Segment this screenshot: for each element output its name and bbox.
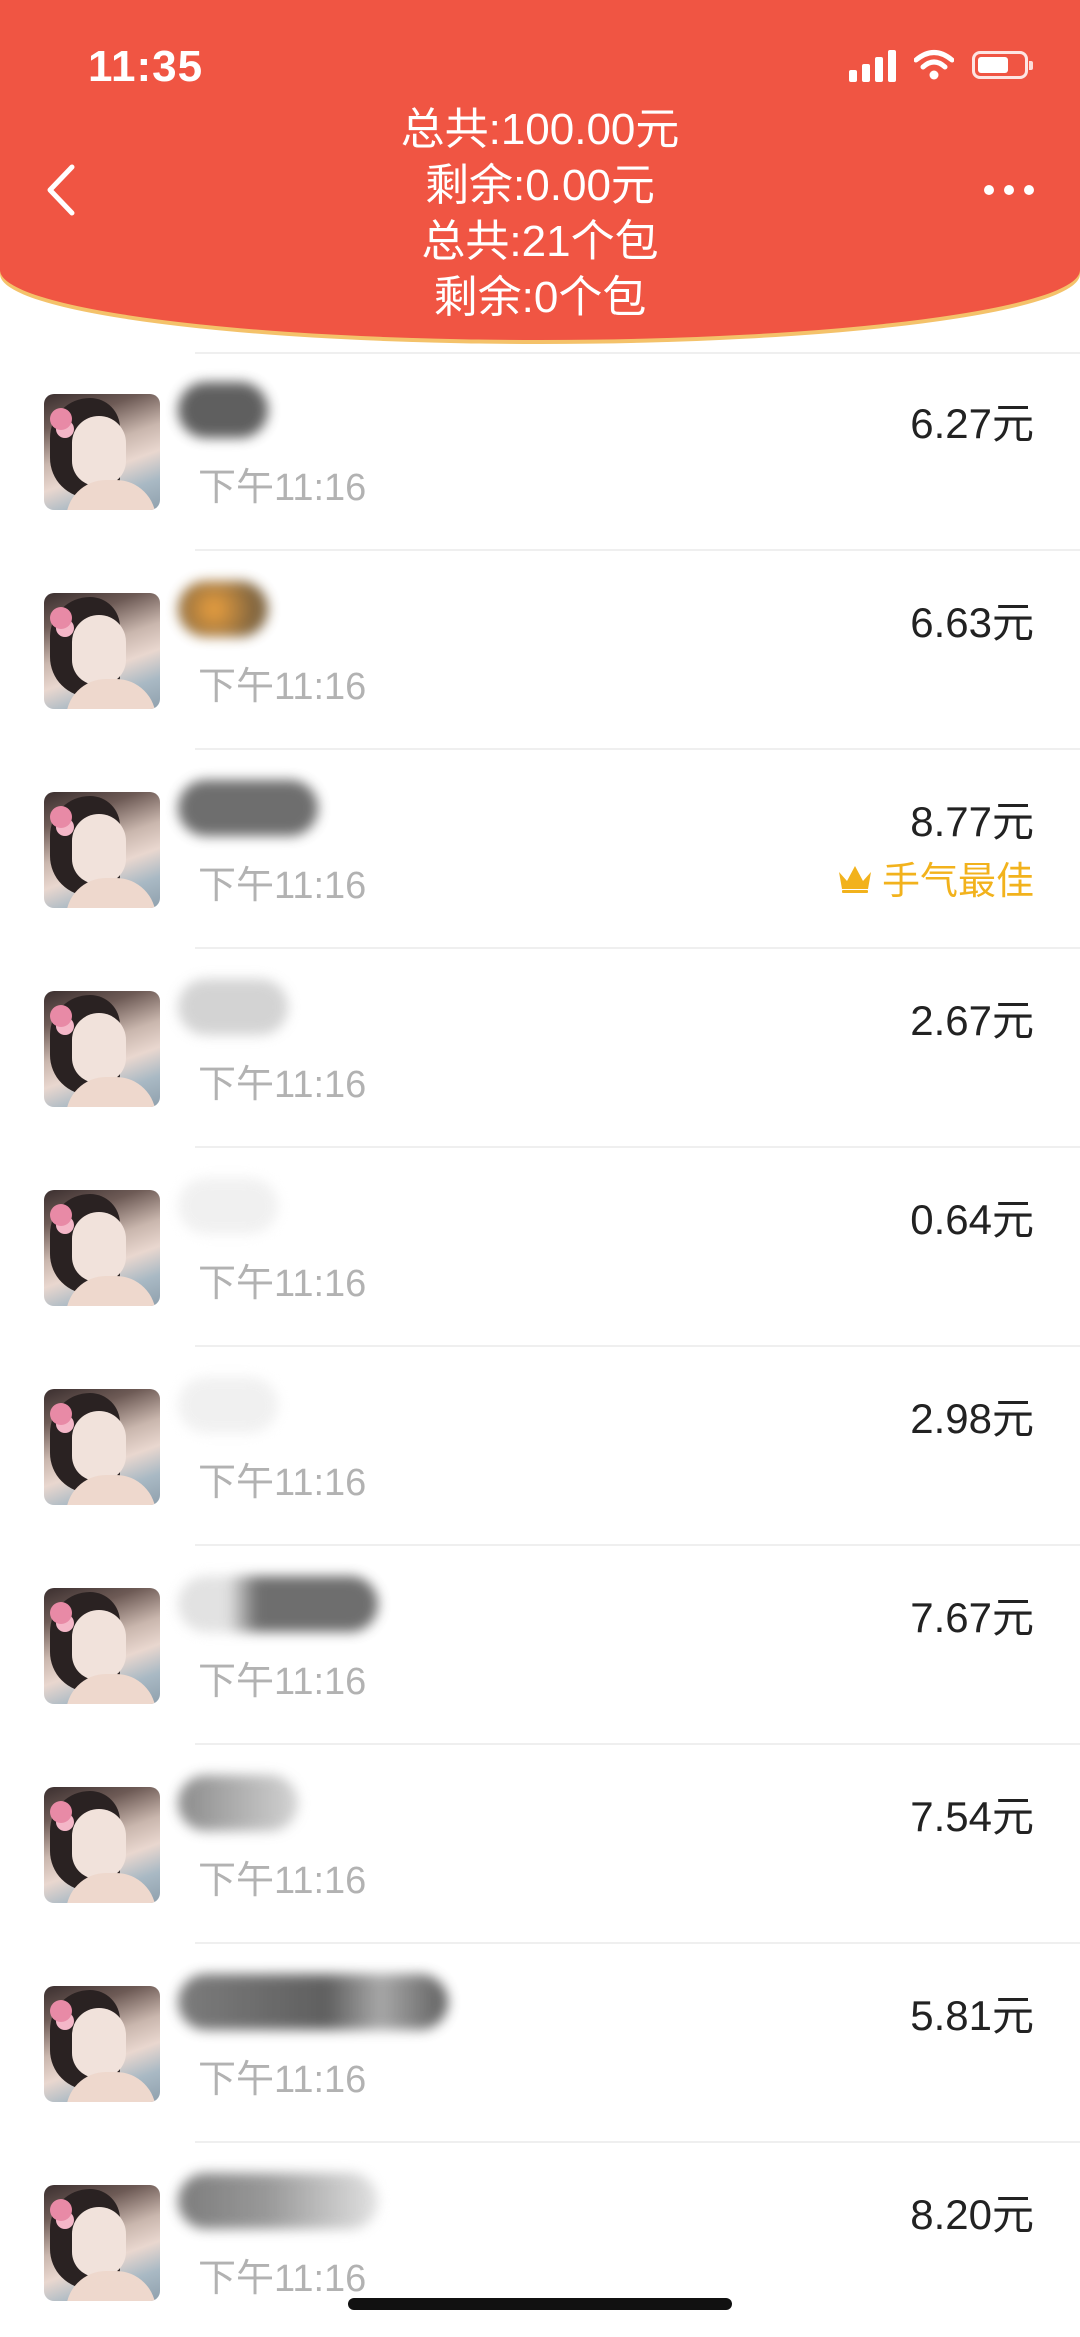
claim-amount: 8.77元	[910, 798, 1034, 845]
more-button[interactable]	[974, 168, 1044, 212]
name-redacted	[178, 979, 288, 1035]
claim-amount: 7.54元	[910, 1793, 1034, 1840]
claim-amount: 7.67元	[910, 1594, 1034, 1641]
claim-record-list: 下午11:16 6.27元 下午11:16 6.63元 下午11:16 8.77…	[0, 352, 1080, 2337]
name-redacted	[178, 780, 318, 836]
best-luck-badge: 手气最佳	[836, 850, 1034, 905]
claim-time: 下午11:16	[198, 1860, 367, 1902]
list-item[interactable]: 下午11:16 6.63元	[0, 551, 1080, 750]
claim-time: 下午11:16	[198, 2059, 367, 2101]
red-packet-detail-screen: 11:35 总共:100.00元 剩余:0.00元 总共:21个包 剩余:0个包	[0, 0, 1080, 2337]
battery-icon	[972, 51, 1033, 79]
claim-time: 下午11:16	[198, 467, 367, 509]
list-item[interactable]: 下午11:16 2.98元	[0, 1347, 1080, 1546]
claim-amount: 2.98元	[910, 1395, 1034, 1442]
status-icons	[849, 48, 1033, 82]
name-redacted	[178, 1377, 278, 1433]
claim-amount: 5.81元	[910, 1992, 1034, 2039]
summary-remaining-amount: 剩余:0.00元	[425, 161, 655, 210]
best-luck-label: 手气最佳	[881, 861, 1034, 903]
claim-amount: 0.64元	[910, 1196, 1034, 1243]
name-redacted	[178, 1576, 378, 1632]
name-redacted	[178, 2173, 378, 2229]
cellular-signal-icon	[849, 48, 896, 82]
avatar[interactable]	[44, 1787, 160, 1903]
claim-time: 下午11:16	[198, 2258, 367, 2300]
status-time: 11:35	[88, 42, 204, 91]
name-redacted	[178, 382, 268, 438]
avatar[interactable]	[44, 1986, 160, 2102]
avatar[interactable]	[44, 1588, 160, 1704]
summary-total-amount: 总共:100.00元	[400, 105, 680, 154]
claim-time: 下午11:16	[198, 1462, 367, 1504]
packet-summary: 总共:100.00元 剩余:0.00元 总共:21个包 剩余:0个包	[0, 102, 1080, 326]
wifi-icon	[914, 50, 954, 80]
avatar[interactable]	[44, 991, 160, 1107]
claim-time: 下午11:16	[198, 865, 367, 907]
list-item[interactable]: 下午11:16 7.67元	[0, 1546, 1080, 1745]
claim-amount: 2.67元	[910, 997, 1034, 1044]
list-item[interactable]: 下午11:16 0.64元	[0, 1148, 1080, 1347]
claim-time: 下午11:16	[198, 1661, 367, 1703]
claim-amount: 8.20元	[910, 2191, 1034, 2238]
avatar[interactable]	[44, 1190, 160, 1306]
avatar[interactable]	[44, 394, 160, 510]
more-dots-icon	[984, 185, 994, 195]
avatar[interactable]	[44, 593, 160, 709]
name-redacted	[178, 1178, 278, 1234]
claim-time: 下午11:16	[198, 1263, 367, 1305]
claim-time: 下午11:16	[198, 666, 367, 708]
claim-amount: 6.27元	[910, 400, 1034, 447]
summary-total-packets: 总共:21个包	[421, 217, 659, 266]
claim-amount: 6.63元	[910, 599, 1034, 646]
list-item[interactable]: 下午11:16 2.67元	[0, 949, 1080, 1148]
home-indicator[interactable]	[348, 2298, 732, 2310]
avatar[interactable]	[44, 2185, 160, 2301]
crown-icon	[838, 865, 871, 893]
summary-remaining-packets: 剩余:0个包	[433, 273, 647, 322]
header: 11:35 总共:100.00元 剩余:0.00元 总共:21个包 剩余:0个包	[0, 0, 1080, 340]
name-redacted	[178, 1775, 298, 1831]
list-item[interactable]: 下午11:16 6.27元	[0, 352, 1080, 551]
list-item[interactable]: 下午11:16 7.54元	[0, 1745, 1080, 1944]
avatar[interactable]	[44, 1389, 160, 1505]
claim-time: 下午11:16	[198, 1064, 367, 1106]
list-item[interactable]: 下午11:16 8.77元 手气最佳	[0, 750, 1080, 949]
name-redacted	[178, 1974, 448, 2030]
avatar[interactable]	[44, 792, 160, 908]
name-redacted	[178, 581, 268, 637]
list-item[interactable]: 下午11:16 5.81元	[0, 1944, 1080, 2143]
